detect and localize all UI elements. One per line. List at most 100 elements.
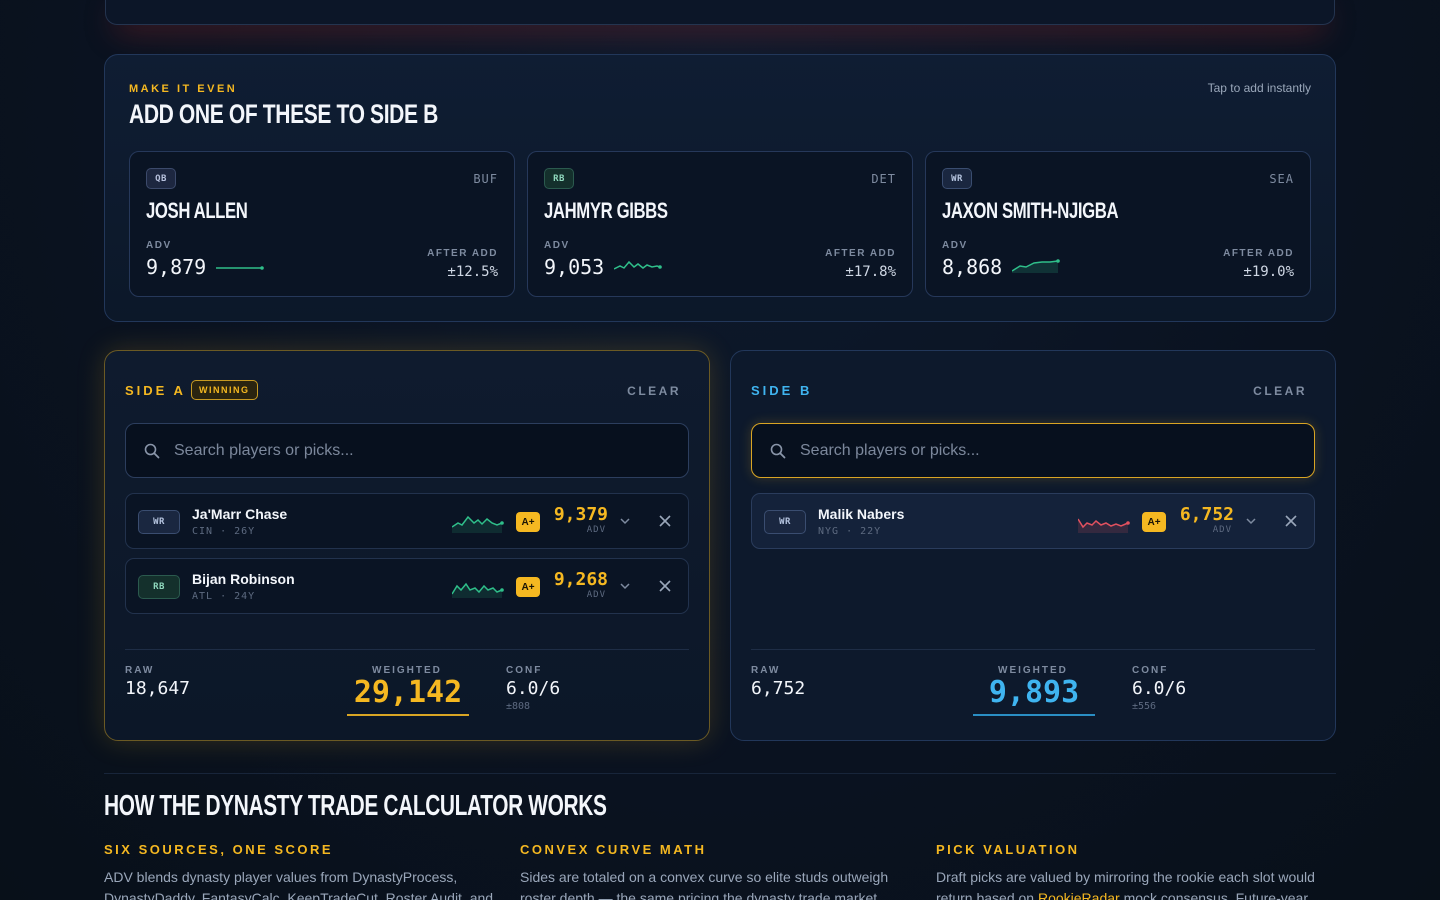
grade-badge: A+ bbox=[516, 577, 540, 597]
value-unit: ADV bbox=[1212, 525, 1232, 535]
confidence-range: ±556 bbox=[1132, 701, 1157, 712]
remove-player-icon[interactable] bbox=[658, 514, 672, 528]
column-text: Sides are totaled on a convex curve so e… bbox=[520, 869, 889, 900]
explainer-column-picks: PICK VALUATION Draft picks are valued by… bbox=[936, 842, 1328, 900]
player-name: Bijan Robinson bbox=[192, 571, 295, 587]
conf-label: CONF bbox=[1132, 665, 1169, 676]
player-name: JOSH ALLEN bbox=[146, 198, 248, 223]
player-name: Ja'Marr Chase bbox=[192, 506, 288, 522]
clear-side-b-button[interactable]: CLEAR bbox=[1253, 384, 1307, 398]
side-a-search-input[interactable] bbox=[174, 441, 654, 460]
explainer-column-sources: SIX SOURCES, ONE SCORE ADV blends dynast… bbox=[104, 842, 496, 900]
grade-badge: A+ bbox=[516, 512, 540, 532]
player-value: 6,752 bbox=[1179, 504, 1234, 525]
column-text: ADV blends dynasty player values from Dy… bbox=[104, 869, 494, 900]
chevron-down-icon[interactable] bbox=[619, 579, 631, 593]
adv-label: ADV bbox=[146, 240, 172, 251]
column-heading: PICK VALUATION bbox=[936, 842, 1080, 857]
side-b-panel: SIDE B CLEAR WR Malik Nabers NYG · 22Y A… bbox=[730, 350, 1336, 741]
raw-total: 6,752 bbox=[751, 678, 806, 699]
value-unit: ADV bbox=[586, 525, 606, 535]
position-badge: WR bbox=[138, 510, 180, 534]
position-badge: RB bbox=[138, 575, 180, 599]
tap-to-add-hint: Tap to add instantly bbox=[1207, 81, 1311, 95]
totals-divider bbox=[125, 649, 689, 650]
confidence-value: 6.0/6 bbox=[506, 678, 561, 699]
suggestion-card-jahmyr-gibbs[interactable]: RB DET JAHMYR GIBBS ADV 9,053 AFTER ADD … bbox=[527, 151, 913, 297]
suggestion-card-josh-allen[interactable]: QB BUF JOSH ALLEN ADV 9,879 AFTER ADD ±1… bbox=[129, 151, 515, 297]
trend-sparkline-icon bbox=[1012, 259, 1060, 273]
adv-value: 9,053 bbox=[544, 255, 605, 279]
chevron-down-icon[interactable] bbox=[1245, 514, 1257, 528]
side-a-search[interactable] bbox=[125, 423, 689, 478]
trend-sparkline-icon bbox=[452, 582, 504, 598]
player-meta: ATL · 24Y bbox=[192, 591, 256, 602]
clear-side-a-button[interactable]: CLEAR bbox=[627, 384, 681, 398]
make-it-even-eyebrow: MAKE IT EVEN bbox=[129, 83, 238, 95]
raw-label: RAW bbox=[125, 665, 155, 676]
player-value: 9,268 bbox=[553, 569, 608, 590]
confidence-value: 6.0/6 bbox=[1132, 678, 1187, 699]
rookieradar-link[interactable]: RookieRadar bbox=[1038, 890, 1120, 900]
adv-label: ADV bbox=[942, 240, 968, 251]
confidence-range: ±808 bbox=[506, 701, 531, 712]
player-row-malik-nabers[interactable]: WR Malik Nabers NYG · 22Y A+ 6,752 ADV bbox=[751, 493, 1315, 549]
side-a-panel: SIDE A WINNING CLEAR WR Ja'Marr Chase CI… bbox=[104, 350, 710, 741]
column-text: Draft picks are valued by mirroring the … bbox=[936, 867, 1328, 900]
search-icon bbox=[144, 443, 160, 458]
winning-badge: WINNING bbox=[191, 380, 258, 400]
player-meta: NYG · 22Y bbox=[818, 526, 882, 537]
explainer-column-curve: CONVEX CURVE MATH Sides are totaled on a… bbox=[520, 842, 912, 900]
suggestion-card-jaxon-smith-njigba[interactable]: WR SEA JAXON SMITH-NJIGBA ADV 8,868 AFTE… bbox=[925, 151, 1311, 297]
adv-value: 9,879 bbox=[146, 255, 207, 279]
after-add-label: AFTER ADD bbox=[1223, 248, 1294, 259]
adv-value: 8,868 bbox=[942, 255, 1003, 279]
position-badge: QB bbox=[146, 168, 176, 189]
player-row-jamarr-chase[interactable]: WR Ja'Marr Chase CIN · 26Y A+ 9,379 ADV bbox=[125, 493, 689, 549]
team-code: DET bbox=[871, 172, 896, 186]
position-badge: WR bbox=[942, 168, 972, 189]
raw-total: 18,647 bbox=[125, 678, 191, 699]
after-add-value: ±12.5% bbox=[447, 264, 498, 280]
trend-sparkline-icon bbox=[614, 260, 662, 270]
column-heading: CONVEX CURVE MATH bbox=[520, 842, 707, 857]
adv-label: ADV bbox=[544, 240, 570, 251]
search-icon bbox=[770, 443, 786, 458]
player-meta: CIN · 26Y bbox=[192, 526, 256, 537]
player-name: JAXON SMITH-NJIGBA bbox=[942, 198, 1119, 223]
grade-badge: A+ bbox=[1142, 512, 1166, 532]
position-badge: WR bbox=[764, 510, 806, 534]
player-row-bijan-robinson[interactable]: RB Bijan Robinson ATL · 24Y A+ 9,268 ADV bbox=[125, 558, 689, 614]
raw-label: RAW bbox=[751, 665, 781, 676]
side-a-label: SIDE A bbox=[125, 383, 186, 398]
chevron-down-icon[interactable] bbox=[619, 514, 631, 528]
previous-panel-edge bbox=[105, 0, 1335, 25]
weighted-total: 9,893 bbox=[973, 675, 1095, 716]
after-add-value: ±17.8% bbox=[845, 264, 896, 280]
trend-sparkline-icon bbox=[216, 266, 264, 270]
section-divider bbox=[104, 773, 1336, 774]
column-heading: SIX SOURCES, ONE SCORE bbox=[104, 842, 334, 857]
side-b-label: SIDE B bbox=[751, 383, 813, 398]
remove-player-icon[interactable] bbox=[658, 579, 672, 593]
trend-sparkline-icon bbox=[452, 515, 504, 533]
player-name: Malik Nabers bbox=[818, 506, 905, 522]
team-code: SEA bbox=[1269, 172, 1294, 186]
side-b-search[interactable] bbox=[751, 423, 1315, 478]
totals-divider bbox=[751, 649, 1315, 650]
player-value: 9,379 bbox=[553, 504, 608, 525]
weighted-total: 29,142 bbox=[347, 675, 469, 716]
after-add-label: AFTER ADD bbox=[427, 248, 498, 259]
after-add-value: ±19.0% bbox=[1243, 264, 1294, 280]
player-name: JAHMYR GIBBS bbox=[544, 198, 668, 223]
remove-player-icon[interactable] bbox=[1284, 514, 1298, 528]
value-unit: ADV bbox=[586, 590, 606, 600]
conf-label: CONF bbox=[506, 665, 543, 676]
side-b-search-input[interactable] bbox=[800, 441, 1280, 460]
explainer-title: HOW THE DYNASTY TRADE CALCULATOR WORKS bbox=[104, 790, 607, 822]
suggestions-title: ADD ONE OF THESE TO SIDE B bbox=[129, 99, 438, 129]
team-code: BUF bbox=[473, 172, 498, 186]
position-badge: RB bbox=[544, 168, 574, 189]
after-add-label: AFTER ADD bbox=[825, 248, 896, 259]
trend-sparkline-icon bbox=[1078, 518, 1130, 533]
